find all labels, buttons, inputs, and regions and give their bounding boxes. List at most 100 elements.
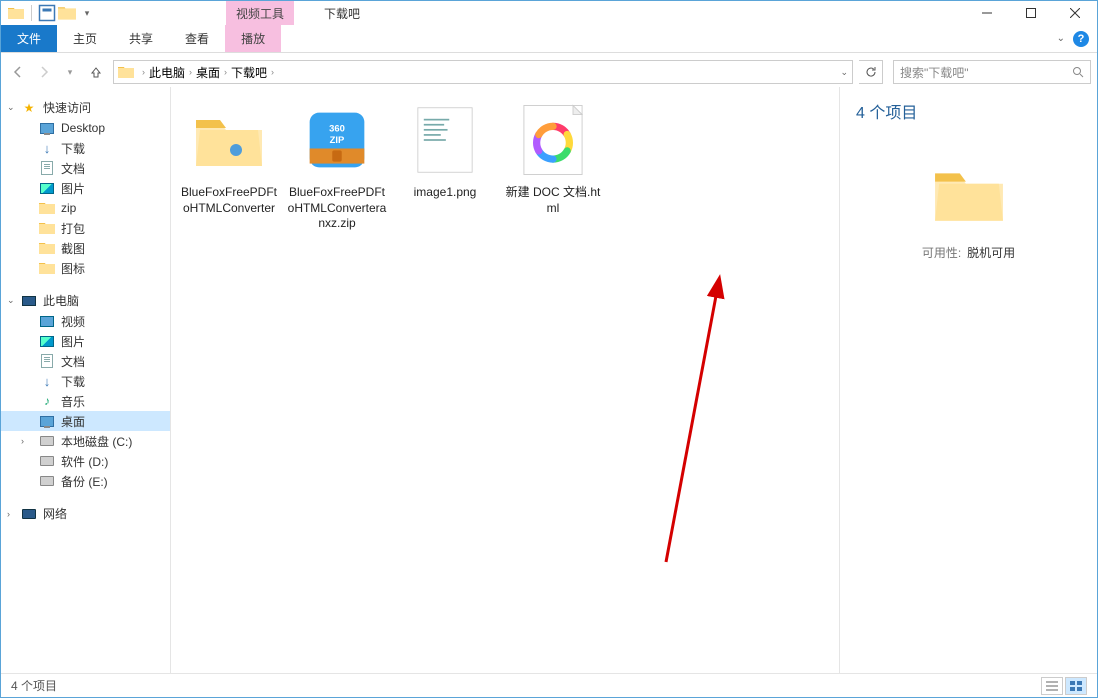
picture-icon bbox=[40, 183, 54, 194]
chevron-right-icon[interactable]: › bbox=[189, 67, 192, 77]
title-bar: ▾ 视频工具 下载吧 bbox=[1, 1, 1097, 25]
breadcrumb[interactable]: 下载吧 bbox=[231, 64, 267, 81]
sidebar-item-pictures[interactable]: 图片 bbox=[1, 178, 170, 198]
status-bar: 4 个项目 bbox=[1, 673, 1097, 697]
folder-icon bbox=[185, 101, 273, 179]
sidebar-item-label: 打包 bbox=[61, 220, 85, 237]
recent-dropdown[interactable]: ▾ bbox=[59, 61, 81, 83]
file-grid[interactable]: BlueFoxFreePDFtoHTMLConverter 360 ZIP Bl… bbox=[171, 87, 839, 673]
maximize-button[interactable] bbox=[1009, 1, 1053, 25]
sidebar-item-disk-d[interactable]: 软件 (D:) bbox=[1, 451, 170, 471]
sidebar-item-videos[interactable]: 视频 bbox=[1, 311, 170, 331]
sidebar-item-label: Desktop bbox=[61, 121, 105, 135]
search-input[interactable]: 搜索"下载吧" bbox=[893, 60, 1091, 84]
breadcrumb[interactable]: 桌面 bbox=[196, 64, 220, 81]
sidebar-item-label: 图片 bbox=[61, 180, 85, 197]
properties-button[interactable] bbox=[38, 4, 56, 22]
star-icon: ★ bbox=[21, 101, 37, 115]
search-placeholder: 搜索"下载吧" bbox=[900, 64, 969, 81]
video-icon bbox=[40, 316, 54, 327]
sidebar-item-disk-e[interactable]: 备份 (E:) bbox=[1, 471, 170, 491]
refresh-button[interactable] bbox=[859, 60, 883, 84]
sidebar-item-label: 文档 bbox=[61, 353, 85, 370]
sidebar-network[interactable]: › 网络 bbox=[1, 503, 170, 524]
view-details-button[interactable] bbox=[1041, 677, 1063, 695]
document-icon bbox=[41, 161, 53, 175]
sidebar-item-downloads2[interactable]: ↓下载 bbox=[1, 371, 170, 391]
sidebar-item-documents2[interactable]: 文档 bbox=[1, 351, 170, 371]
tab-view[interactable]: 查看 bbox=[169, 25, 225, 52]
details-pane: 4 个项目 可用性: 脱机可用 bbox=[839, 87, 1097, 673]
desktop-icon bbox=[40, 123, 54, 134]
sidebar-item-label: 桌面 bbox=[61, 413, 85, 430]
chevron-right-icon[interactable]: › bbox=[7, 509, 10, 519]
sidebar-item-label: 网络 bbox=[43, 505, 67, 522]
close-button[interactable] bbox=[1053, 1, 1097, 25]
file-label: image1.png bbox=[395, 185, 495, 201]
folder-icon[interactable] bbox=[7, 4, 25, 22]
chevron-right-icon[interactable]: › bbox=[271, 67, 274, 77]
file-item-image[interactable]: image1.png bbox=[395, 101, 495, 201]
tab-play[interactable]: 播放 bbox=[225, 25, 281, 52]
file-item-folder[interactable]: BlueFoxFreePDFtoHTMLConverter bbox=[179, 101, 279, 216]
image-thumbnail bbox=[401, 101, 489, 179]
chevron-down-icon[interactable]: ⌄ bbox=[7, 102, 15, 113]
help-icon[interactable]: ? bbox=[1073, 31, 1089, 47]
folder-icon bbox=[39, 221, 55, 235]
pc-icon bbox=[22, 296, 36, 306]
document-icon bbox=[41, 354, 53, 368]
sidebar-item-desktop[interactable]: Desktop bbox=[1, 118, 170, 138]
sidebar-item-zip[interactable]: zip bbox=[1, 198, 170, 218]
address-dropdown[interactable]: ⌄ bbox=[840, 67, 848, 78]
tab-file[interactable]: 文件 bbox=[1, 25, 57, 52]
desktop-icon bbox=[40, 416, 54, 427]
sidebar-item-disk-c[interactable]: › 本地磁盘 (C:) bbox=[1, 431, 170, 451]
address-bar[interactable]: › 此电脑 › 桌面 › 下载吧 › ⌄ bbox=[113, 60, 853, 84]
view-icons-button[interactable] bbox=[1065, 677, 1087, 695]
file-item-html[interactable]: 新建 DOC 文档.html bbox=[503, 101, 603, 216]
annotation-arrow bbox=[656, 272, 736, 572]
sidebar-quick-access[interactable]: ⌄ ★ 快速访问 bbox=[1, 97, 170, 118]
disk-icon bbox=[40, 436, 54, 446]
network-icon bbox=[22, 509, 36, 519]
svg-text:360: 360 bbox=[329, 123, 345, 134]
up-button[interactable] bbox=[85, 61, 107, 83]
folder-icon bbox=[39, 201, 55, 215]
chevron-down-icon[interactable]: ⌄ bbox=[7, 295, 15, 306]
sidebar-item-dabao[interactable]: 打包 bbox=[1, 218, 170, 238]
sidebar-this-pc[interactable]: ⌄ 此电脑 bbox=[1, 290, 170, 311]
chevron-right-icon[interactable]: › bbox=[224, 67, 227, 77]
minimize-button[interactable] bbox=[965, 1, 1009, 25]
folder-icon bbox=[39, 241, 55, 255]
sidebar-item-label: 快速访问 bbox=[43, 99, 91, 116]
file-item-zip[interactable]: 360 ZIP BlueFoxFreePDFtoHTMLConverteranx… bbox=[287, 101, 387, 232]
sidebar-item-pictures2[interactable]: 图片 bbox=[1, 331, 170, 351]
availability-label: 可用性: bbox=[922, 244, 961, 261]
disk-icon bbox=[40, 476, 54, 486]
tab-share[interactable]: 共享 bbox=[113, 25, 169, 52]
sidebar-item-desktop2[interactable]: 桌面 bbox=[1, 411, 170, 431]
sidebar-item-tubiao[interactable]: 图标 bbox=[1, 258, 170, 278]
chevron-right-icon[interactable]: › bbox=[21, 436, 24, 446]
ribbon-tabs: 文件 主页 共享 查看 播放 ⌄ ? bbox=[1, 25, 1097, 53]
sidebar-item-downloads[interactable]: ↓下载 bbox=[1, 138, 170, 158]
sidebar-item-jietu[interactable]: 截图 bbox=[1, 238, 170, 258]
sidebar-item-music[interactable]: ♪音乐 bbox=[1, 391, 170, 411]
chevron-right-icon[interactable]: › bbox=[142, 67, 145, 77]
back-button[interactable] bbox=[7, 61, 29, 83]
sidebar-item-documents[interactable]: 文档 bbox=[1, 158, 170, 178]
sidebar-item-label: 本地磁盘 (C:) bbox=[61, 433, 132, 450]
window-title: 下载吧 bbox=[324, 5, 360, 22]
file-label: BlueFoxFreePDFtoHTMLConverter bbox=[179, 185, 279, 216]
download-icon: ↓ bbox=[39, 141, 55, 155]
music-icon: ♪ bbox=[39, 394, 55, 408]
new-folder-button[interactable] bbox=[58, 4, 76, 22]
separator bbox=[31, 5, 32, 21]
forward-button[interactable] bbox=[33, 61, 55, 83]
breadcrumb[interactable]: 此电脑 bbox=[149, 64, 185, 81]
qat-dropdown[interactable]: ▾ bbox=[78, 4, 96, 22]
sidebar-item-label: 软件 (D:) bbox=[61, 453, 108, 470]
ribbon-expand-icon[interactable]: ⌄ bbox=[1057, 33, 1065, 44]
file-label: 新建 DOC 文档.html bbox=[503, 185, 603, 216]
tab-home[interactable]: 主页 bbox=[57, 25, 113, 52]
